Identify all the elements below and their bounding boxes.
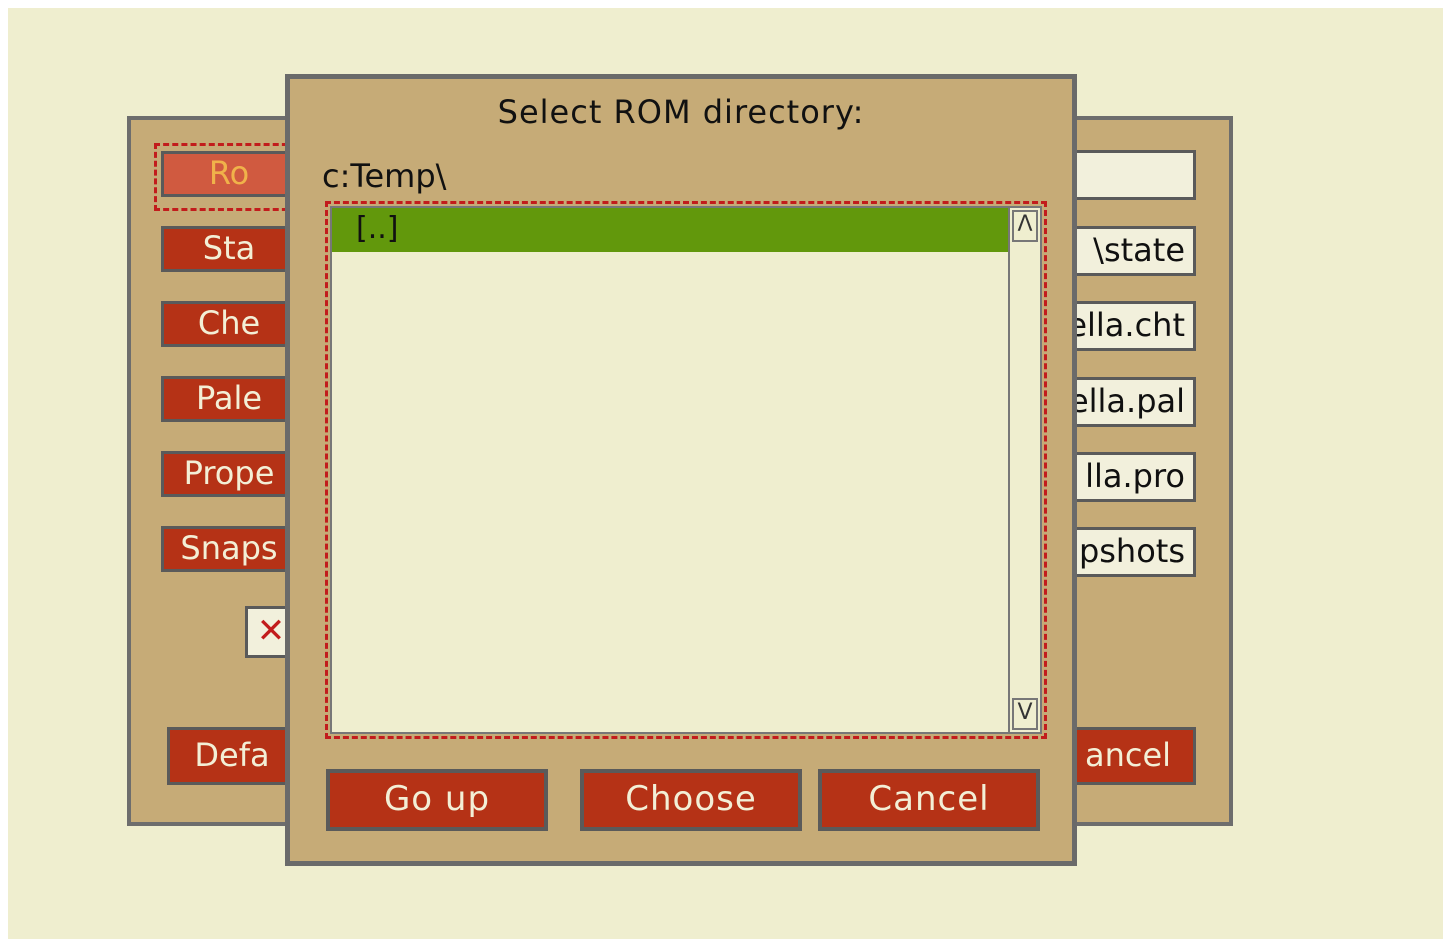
properties-file-button[interactable]: Prope [161,451,297,497]
cheat-file-button-label: Che [197,304,261,342]
defaults-button[interactable]: Defa [167,727,297,785]
select-directory-dialog: Select ROM directory: c:Temp\ [..] Λ V G… [285,74,1077,866]
rom-path-field[interactable] [1060,150,1196,200]
rom-path-button-label: Ro [208,154,250,192]
snapshots-path-value: pshots [1078,532,1185,570]
properties-file-field[interactable]: lla.pro [1060,452,1196,502]
properties-file-button-label: Prope [183,454,275,492]
state-path-field[interactable]: \state [1060,226,1196,276]
cancel-button[interactable]: Cancel [818,769,1040,831]
choose-button-label: Choose [625,779,757,819]
cheat-file-value: ella.cht [1067,306,1185,344]
snapshots-path-button[interactable]: Snaps [161,526,297,572]
scroll-up-glyph: Λ [1017,212,1033,237]
rom-path-button[interactable]: Ro [161,151,297,197]
state-path-button[interactable]: Sta [161,226,297,272]
cheat-file-button[interactable]: Che [161,301,297,347]
scroll-down-glyph: V [1017,700,1033,725]
snapshots-path-field[interactable]: pshots [1060,527,1196,577]
palette-file-field[interactable]: ella.pal [1060,377,1196,427]
directory-list[interactable]: [..] Λ V [330,206,1042,734]
back-cancel-button[interactable]: ancel [1060,727,1196,785]
dialog-title: Select ROM directory: [497,93,865,131]
list-item-parent-directory[interactable]: [..] [332,208,1008,252]
state-path-button-label: Sta [202,229,256,267]
scroll-down-arrow-icon[interactable]: V [1012,698,1038,730]
cheat-file-field[interactable]: ella.cht [1060,301,1196,351]
current-path: c:Temp\ [322,157,447,195]
palette-file-button-label: Pale [195,379,263,417]
choose-button[interactable]: Choose [580,769,802,831]
checkbox-mark: ✕ [256,611,286,651]
scrollbar[interactable]: Λ V [1008,208,1040,732]
properties-file-value: lla.pro [1085,457,1185,495]
go-up-button-label: Go up [383,779,491,819]
back-cancel-button-label: ancel [1084,736,1172,774]
state-path-value: \state [1093,231,1185,269]
scroll-up-arrow-icon[interactable]: Λ [1012,210,1038,242]
list-item-label: [..] [356,211,399,246]
palette-file-value: ella.pal [1068,382,1185,420]
snapshots-path-button-label: Snaps [180,529,278,567]
go-up-button[interactable]: Go up [326,769,548,831]
defaults-button-label: Defa [194,736,270,774]
cancel-button-label: Cancel [868,779,990,819]
palette-file-button[interactable]: Pale [161,376,297,422]
